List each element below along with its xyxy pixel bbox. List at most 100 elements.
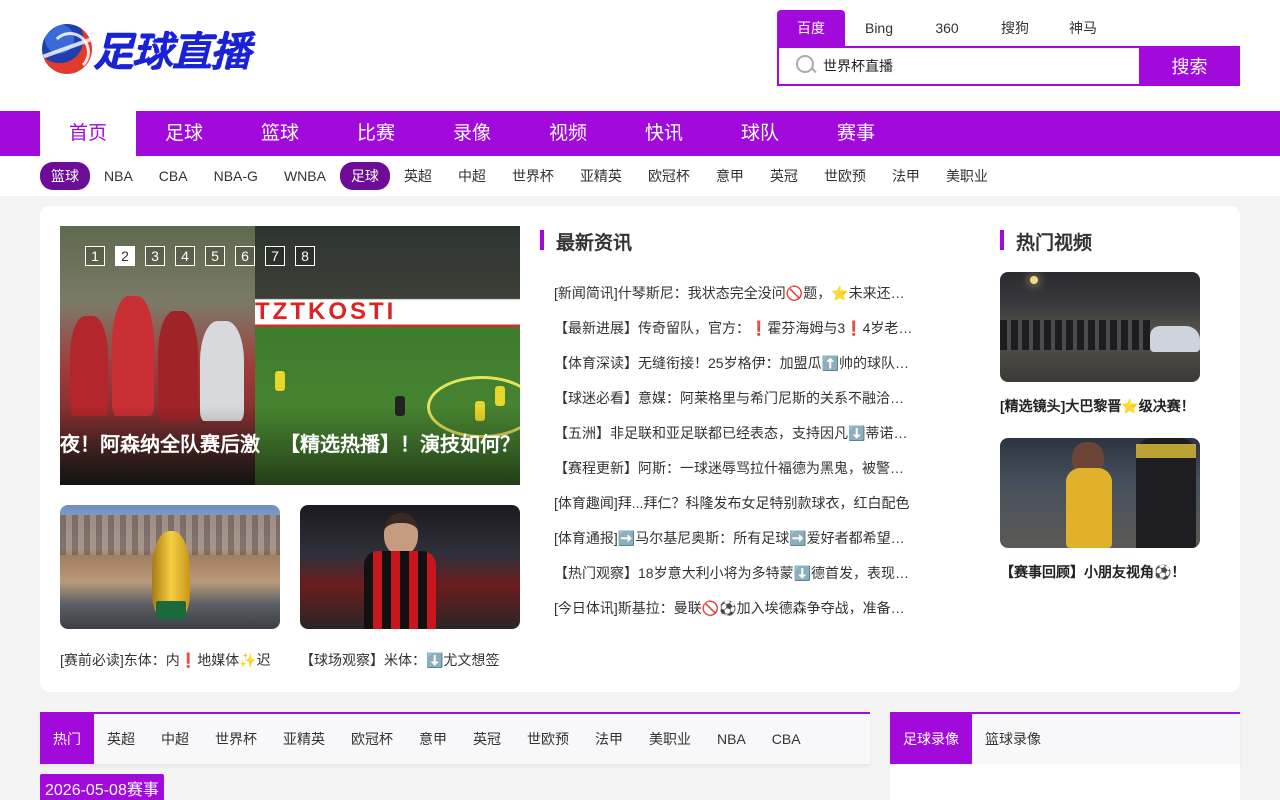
nav-item-football[interactable]: 足球	[136, 111, 232, 156]
news-thumb-player[interactable]	[300, 505, 520, 629]
tab-ligue-1[interactable]: 法甲	[582, 714, 636, 764]
video-thumb-street[interactable]	[1000, 272, 1200, 382]
tab-ucl[interactable]: 欧冠杯	[338, 714, 406, 764]
nav-item-events[interactable]: 赛事	[808, 111, 904, 156]
video-thumb-fan[interactable]	[1000, 438, 1200, 548]
player-jersey	[364, 551, 436, 629]
subnav-item-wnba[interactable]: WNBA	[284, 168, 326, 184]
slider-dot[interactable]: 8	[295, 246, 315, 266]
tab-csl[interactable]: 中超	[148, 714, 202, 764]
hero-slider[interactable]: TZTKOSTI 夜！阿森纳全队赛后激 【精选热播】！演技如何？旅 1 2 3 …	[60, 226, 520, 485]
car	[1150, 326, 1200, 352]
subnav-item-nba[interactable]: NBA	[104, 168, 133, 184]
tab-championship[interactable]: 英冠	[460, 714, 514, 764]
news-item[interactable]: [新闻简讯]什琴斯尼：我状态完全没问🚫题，⭐未来还会继续为巴萨效力	[550, 283, 916, 318]
crowd	[1000, 320, 1150, 350]
search-tab-sogou[interactable]: 搜狗	[981, 10, 1049, 46]
tab-afc-elite[interactable]: 亚精英	[270, 714, 338, 764]
subnav-item-ucl[interactable]: 欧冠杯	[648, 166, 690, 186]
slider-dot[interactable]: 7	[265, 246, 285, 266]
schedule-date-label: 2026-05-08赛事	[40, 774, 164, 800]
subnav-item-csl[interactable]: 中超	[458, 166, 486, 186]
news-thumb-title[interactable]: 【球场观察】米体：⬇️尤文想签	[300, 650, 520, 670]
trophy-icon	[152, 531, 190, 619]
search-input[interactable]	[823, 51, 1123, 81]
basketball-football-logo-icon	[42, 24, 92, 74]
search-input-wrapper	[777, 46, 1139, 86]
tab-nba[interactable]: NBA	[704, 714, 759, 764]
nav-item-matches[interactable]: 比赛	[328, 111, 424, 156]
search-icon	[793, 51, 823, 81]
slider-dot[interactable]: 2	[115, 246, 135, 266]
nav-item-basketball[interactable]: 篮球	[232, 111, 328, 156]
subnav-pill-football[interactable]: 足球	[339, 162, 390, 190]
tab-cba[interactable]: CBA	[759, 714, 814, 764]
league-tabs: 热门 英超 中超 世界杯 亚精英 欧冠杯 意甲 英冠 世欧预 法甲 美职业 NB…	[40, 712, 870, 764]
search-button[interactable]: 搜索	[1139, 46, 1240, 86]
subnav-item-cba[interactable]: CBA	[159, 168, 188, 184]
tab-euro-qualifiers[interactable]: 世欧预	[514, 714, 582, 764]
content-card: TZTKOSTI 夜！阿森纳全队赛后激 【精选热播】！演技如何？旅 1 2 3 …	[40, 206, 1240, 692]
slider-dot[interactable]: 1	[85, 246, 105, 266]
subnav-item-euro-qualifiers[interactable]: 世欧预	[824, 166, 866, 186]
subnav-item-afc-elite[interactable]: 亚精英	[580, 166, 622, 186]
slide-caption-left[interactable]: 夜！阿森纳全队赛后激	[60, 428, 260, 457]
tab-mls[interactable]: 美职业	[636, 714, 704, 764]
news-item[interactable]: 【体育深读】无缝衔接！25岁格伊：加盟瓜⬆️帅的球队是梦想成真	[550, 353, 916, 388]
subnav-item-serie-a[interactable]: 意甲	[716, 166, 744, 186]
news-thumb-world-cup-trophy[interactable]	[60, 505, 280, 629]
site-logo[interactable]: 足球直播	[42, 22, 270, 76]
tab-hot[interactable]: 热门	[40, 714, 94, 764]
replay-panel	[890, 764, 1240, 800]
subnav-item-premier-league[interactable]: 英超	[404, 166, 432, 186]
news-item[interactable]: 【球迷必看】意媒：阿莱格里与希门尼斯的关系不融洽，双方矛盾升级	[550, 388, 916, 423]
logo-text: 足球直播	[94, 30, 251, 76]
search-tab-baidu[interactable]: 百度	[777, 10, 845, 46]
news-item[interactable]: 【赛程更新】阿斯：一球迷辱骂拉什福德为黑鬼，被警方逮捕	[550, 458, 916, 493]
tab-football-replays[interactable]: 足球录像	[890, 714, 972, 764]
subnav-item-mls[interactable]: 美职业	[946, 166, 988, 186]
subnav-item-nba-g[interactable]: NBA-G	[214, 168, 258, 184]
slider-dot[interactable]: 3	[145, 246, 165, 266]
nav-item-replays[interactable]: 录像	[424, 111, 520, 156]
search-tab-bing[interactable]: Bing	[845, 10, 913, 46]
video-title[interactable]: [精选镜头]大巴黎晋⭐级决赛！	[1000, 396, 1195, 416]
video-title[interactable]: 【赛事回顾】小朋友视角⚽！	[1000, 562, 1185, 582]
slider-pagination: 1 2 3 4 5 6 7 8	[85, 246, 325, 266]
news-item[interactable]: [体育通报]➡️马尔基尼奥斯：所有足球➡️爱好者都希望看到姆巴佩	[550, 528, 916, 563]
tab-world-cup[interactable]: 世界杯	[202, 714, 270, 764]
tab-basketball-replays[interactable]: 篮球录像	[972, 714, 1054, 764]
slider-dot[interactable]: 4	[175, 246, 195, 266]
news-item[interactable]: [今日体讯]斯基拉：曼联🚫⚽加入埃德森争夺战，准备报价	[550, 598, 916, 633]
nav-item-news-flash[interactable]: 快讯	[616, 111, 712, 156]
search-tab-360[interactable]: 360	[913, 10, 981, 46]
subnav-item-championship[interactable]: 英冠	[770, 166, 798, 186]
tab-serie-a[interactable]: 意甲	[406, 714, 460, 764]
nav-item-home[interactable]: 首页	[40, 111, 136, 156]
latest-news-title: 最新资讯	[540, 228, 632, 255]
search-engine-tabs: 百度 Bing 360 搜狗 神马	[777, 10, 1117, 46]
news-item[interactable]: 【五洲】非足联和亚足联都已经表态，支持因凡⬇️蒂诺连任国际足联主席	[550, 423, 916, 458]
search-box: 搜索	[777, 46, 1240, 86]
news-item[interactable]: [体育趣闻]拜...拜仁？科隆发布女足特别款球衣，红白配色	[550, 493, 916, 528]
news-item[interactable]: 【热门观察】18岁意大利小将为多特蒙⬇️德首发，表现亮眼	[550, 563, 916, 598]
subnav-item-world-cup[interactable]: 世界杯	[512, 166, 554, 186]
street-lamp	[1030, 276, 1038, 284]
news-thumb-title[interactable]: [赛前必读]东体：内❗地媒体✨迟	[60, 650, 280, 670]
player-head	[384, 513, 418, 555]
site-header: 足球直播 百度 Bing 360 搜狗 神马 搜索	[0, 0, 1280, 111]
subnav-item-ligue-1[interactable]: 法甲	[892, 166, 920, 186]
nav-item-teams[interactable]: 球队	[712, 111, 808, 156]
tab-premier-league[interactable]: 英超	[94, 714, 148, 764]
slide-banner-text: TZTKOSTI	[255, 298, 397, 325]
nav-item-videos[interactable]: 视频	[520, 111, 616, 156]
latest-news-list: [新闻简讯]什琴斯尼：我状态完全没问🚫题，⭐未来还会继续为巴萨效力 【最新进展】…	[550, 283, 916, 633]
news-item[interactable]: 【最新进展】传奇留队，官方：❗霍芬海姆与3❗4岁老将续约一年	[550, 318, 916, 353]
main-nav: 首页 足球 篮球 比赛 录像 视频 快讯 球队 赛事	[0, 111, 1280, 156]
slide-caption-right[interactable]: 【精选热播】！演技如何？旅	[280, 428, 520, 457]
sub-nav: 篮球 NBA CBA NBA-G WNBA 足球 英超 中超 世界杯 亚精英 欧…	[0, 156, 1280, 196]
slider-dot[interactable]: 5	[205, 246, 225, 266]
subnav-pill-basketball[interactable]: 篮球	[40, 162, 90, 190]
slider-dot[interactable]: 6	[235, 246, 255, 266]
search-tab-shenma[interactable]: 神马	[1049, 10, 1117, 46]
